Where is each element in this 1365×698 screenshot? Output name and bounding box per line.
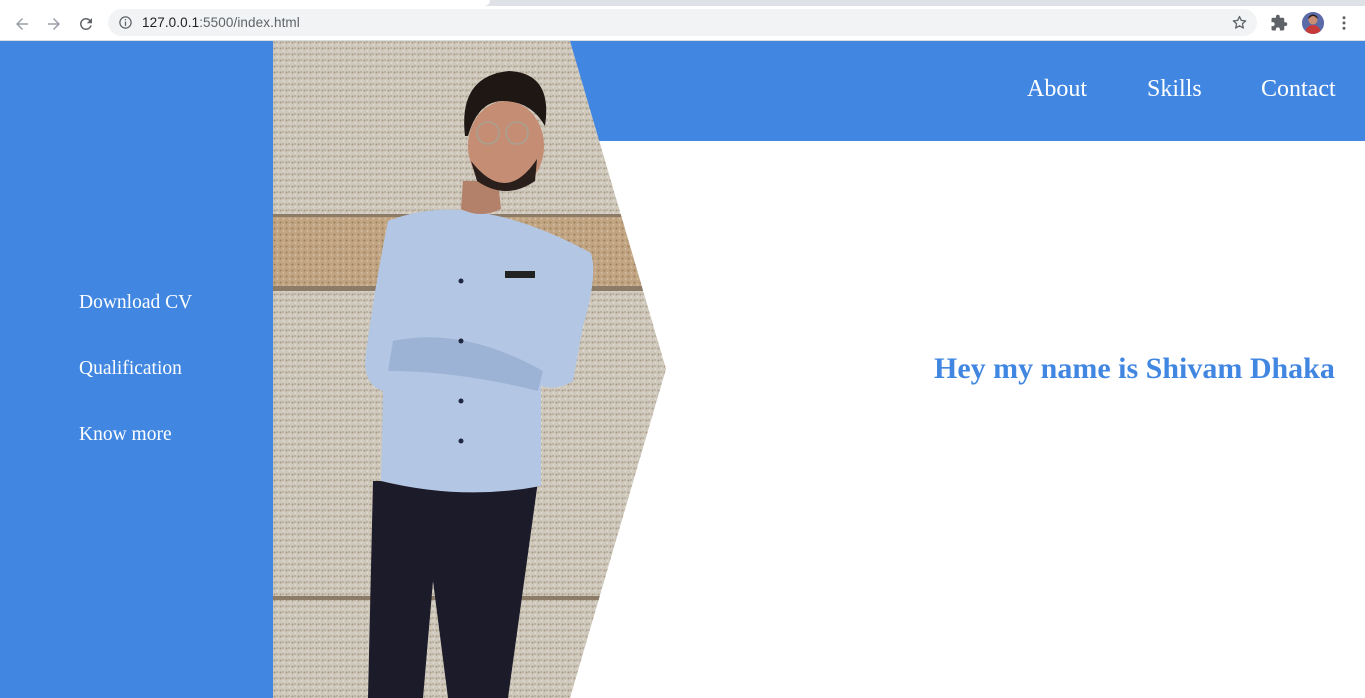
portrait-image bbox=[273, 41, 666, 698]
nav-link-contact[interactable]: Contact bbox=[1261, 76, 1336, 103]
top-nav-bar: About Skills Contact bbox=[560, 41, 1365, 141]
back-button[interactable] bbox=[8, 10, 36, 38]
kebab-menu-icon bbox=[1342, 16, 1346, 30]
star-icon[interactable] bbox=[1231, 14, 1248, 31]
browser-menu-button[interactable] bbox=[1334, 12, 1354, 34]
puzzle-icon bbox=[1271, 14, 1288, 31]
profile-photo bbox=[273, 41, 668, 698]
reload-button[interactable] bbox=[72, 10, 100, 38]
browser-toolbar: 127.0.0.1:5500/index.html bbox=[0, 6, 1365, 41]
sidebar-link-download-cv[interactable]: Download CV bbox=[79, 292, 192, 314]
hero-heading: Hey my name is Shivam Dhaka bbox=[934, 352, 1335, 385]
arrow-right-icon bbox=[48, 18, 60, 30]
url-path: :5500/index.html bbox=[199, 15, 300, 30]
address-bar[interactable]: 127.0.0.1:5500/index.html bbox=[108, 9, 1257, 36]
page-viewport: Download CV Qualification Know more Abou… bbox=[0, 41, 1365, 698]
reload-icon bbox=[79, 17, 92, 30]
forward-button[interactable] bbox=[40, 10, 68, 38]
url-text[interactable]: 127.0.0.1:5500/index.html bbox=[142, 15, 300, 30]
sidebar-link-qualification[interactable]: Qualification bbox=[79, 358, 182, 380]
nav-link-about[interactable]: About bbox=[1027, 76, 1087, 103]
avatar[interactable] bbox=[1302, 12, 1324, 34]
arrow-left-icon bbox=[16, 18, 28, 30]
extensions-button[interactable] bbox=[1268, 12, 1290, 34]
info-icon[interactable] bbox=[118, 15, 133, 30]
sidebar-link-know-more[interactable]: Know more bbox=[79, 424, 172, 446]
sidebar: Download CV Qualification Know more bbox=[0, 41, 274, 698]
profile-photo-icon bbox=[1302, 12, 1324, 34]
nav-link-skills[interactable]: Skills bbox=[1147, 76, 1202, 103]
url-host: 127.0.0.1 bbox=[142, 15, 200, 30]
